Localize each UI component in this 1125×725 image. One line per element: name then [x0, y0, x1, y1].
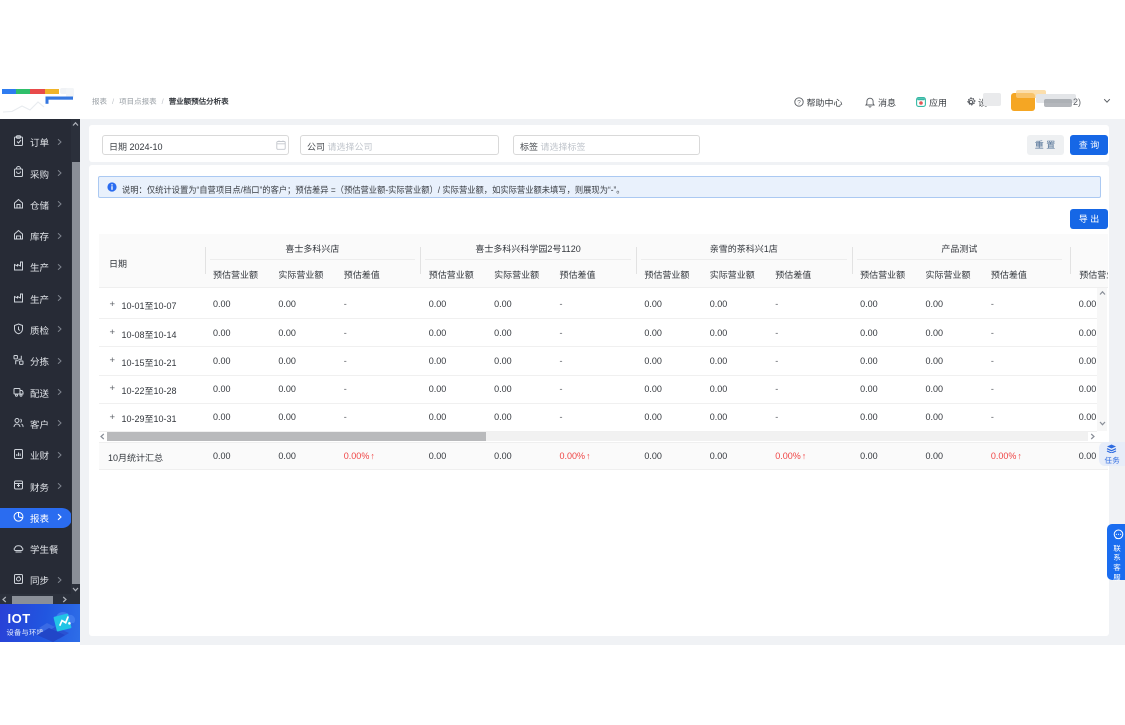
svg-text:?: ?	[797, 99, 801, 106]
